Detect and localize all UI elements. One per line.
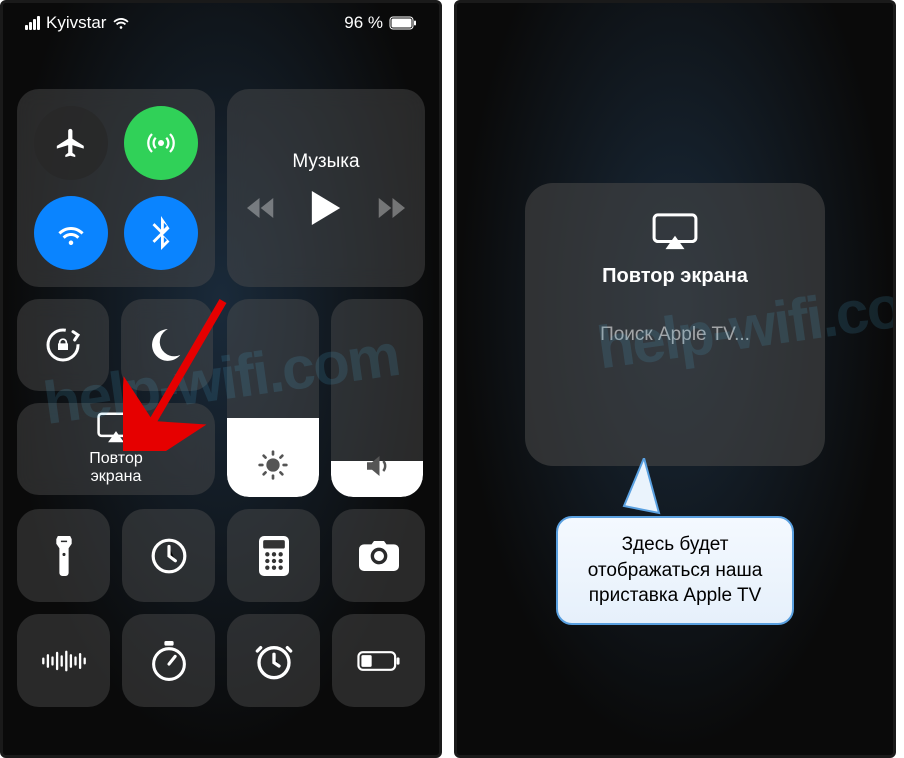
battery-percent: 96 %: [344, 13, 383, 33]
callout-text: Здесь будет отображаться наша приставка …: [588, 534, 763, 606]
connectivity-panel[interactable]: [17, 89, 215, 287]
cellular-signal-icon: [25, 16, 40, 30]
mirror-label-line2: экрана: [91, 468, 142, 485]
wifi-toggle[interactable]: [34, 196, 108, 270]
brightness-slider[interactable]: [227, 299, 319, 497]
screen-mirror-popup-icon: [652, 213, 698, 251]
mirror-popup-status: Поиск Apple TV...: [545, 324, 805, 346]
stopwatch-button[interactable]: [122, 614, 215, 707]
music-panel[interactable]: Музыка: [227, 89, 425, 287]
mirror-popup-title: Повтор экрана: [545, 265, 805, 288]
screen-mirror-popup[interactable]: Повтор экрана Поиск Apple TV...: [525, 183, 825, 466]
music-play-icon[interactable]: [311, 191, 341, 225]
alarm-button[interactable]: [227, 614, 320, 707]
flashlight-button[interactable]: [17, 509, 110, 602]
mirror-label-line1: Повтор: [89, 450, 143, 467]
phone-left: help-wifi.com Kyivstar 96 %: [0, 0, 442, 758]
calculator-button[interactable]: [227, 509, 320, 602]
cellular-data-toggle[interactable]: [124, 106, 198, 180]
volume-slider[interactable]: [331, 299, 423, 497]
timer-button[interactable]: [122, 509, 215, 602]
screen-mirror-icon: [97, 412, 135, 444]
rotation-lock-toggle[interactable]: [17, 299, 109, 391]
brightness-icon: [257, 449, 289, 481]
music-next-icon[interactable]: [375, 196, 405, 220]
music-title: Музыка: [292, 151, 359, 173]
music-prev-icon[interactable]: [247, 196, 277, 220]
screen-mirror-button[interactable]: Повтор экрана: [17, 403, 215, 495]
bluetooth-toggle[interactable]: [124, 196, 198, 270]
low-power-button[interactable]: [332, 614, 425, 707]
airplane-mode-toggle[interactable]: [34, 106, 108, 180]
carrier-name: Kyivstar: [46, 13, 106, 33]
annotation-callout: Здесь будет отображаться наша приставка …: [556, 516, 794, 625]
phone-right: help-wifi.com Повтор экрана Поиск Apple …: [454, 0, 896, 758]
camera-button[interactable]: [332, 509, 425, 602]
status-bar: Kyivstar 96 %: [17, 3, 425, 49]
volume-icon: [362, 451, 392, 481]
battery-icon: [389, 16, 417, 30]
do-not-disturb-toggle[interactable]: [121, 299, 213, 391]
voice-memo-button[interactable]: [17, 614, 110, 707]
wifi-status-icon: [112, 16, 130, 30]
